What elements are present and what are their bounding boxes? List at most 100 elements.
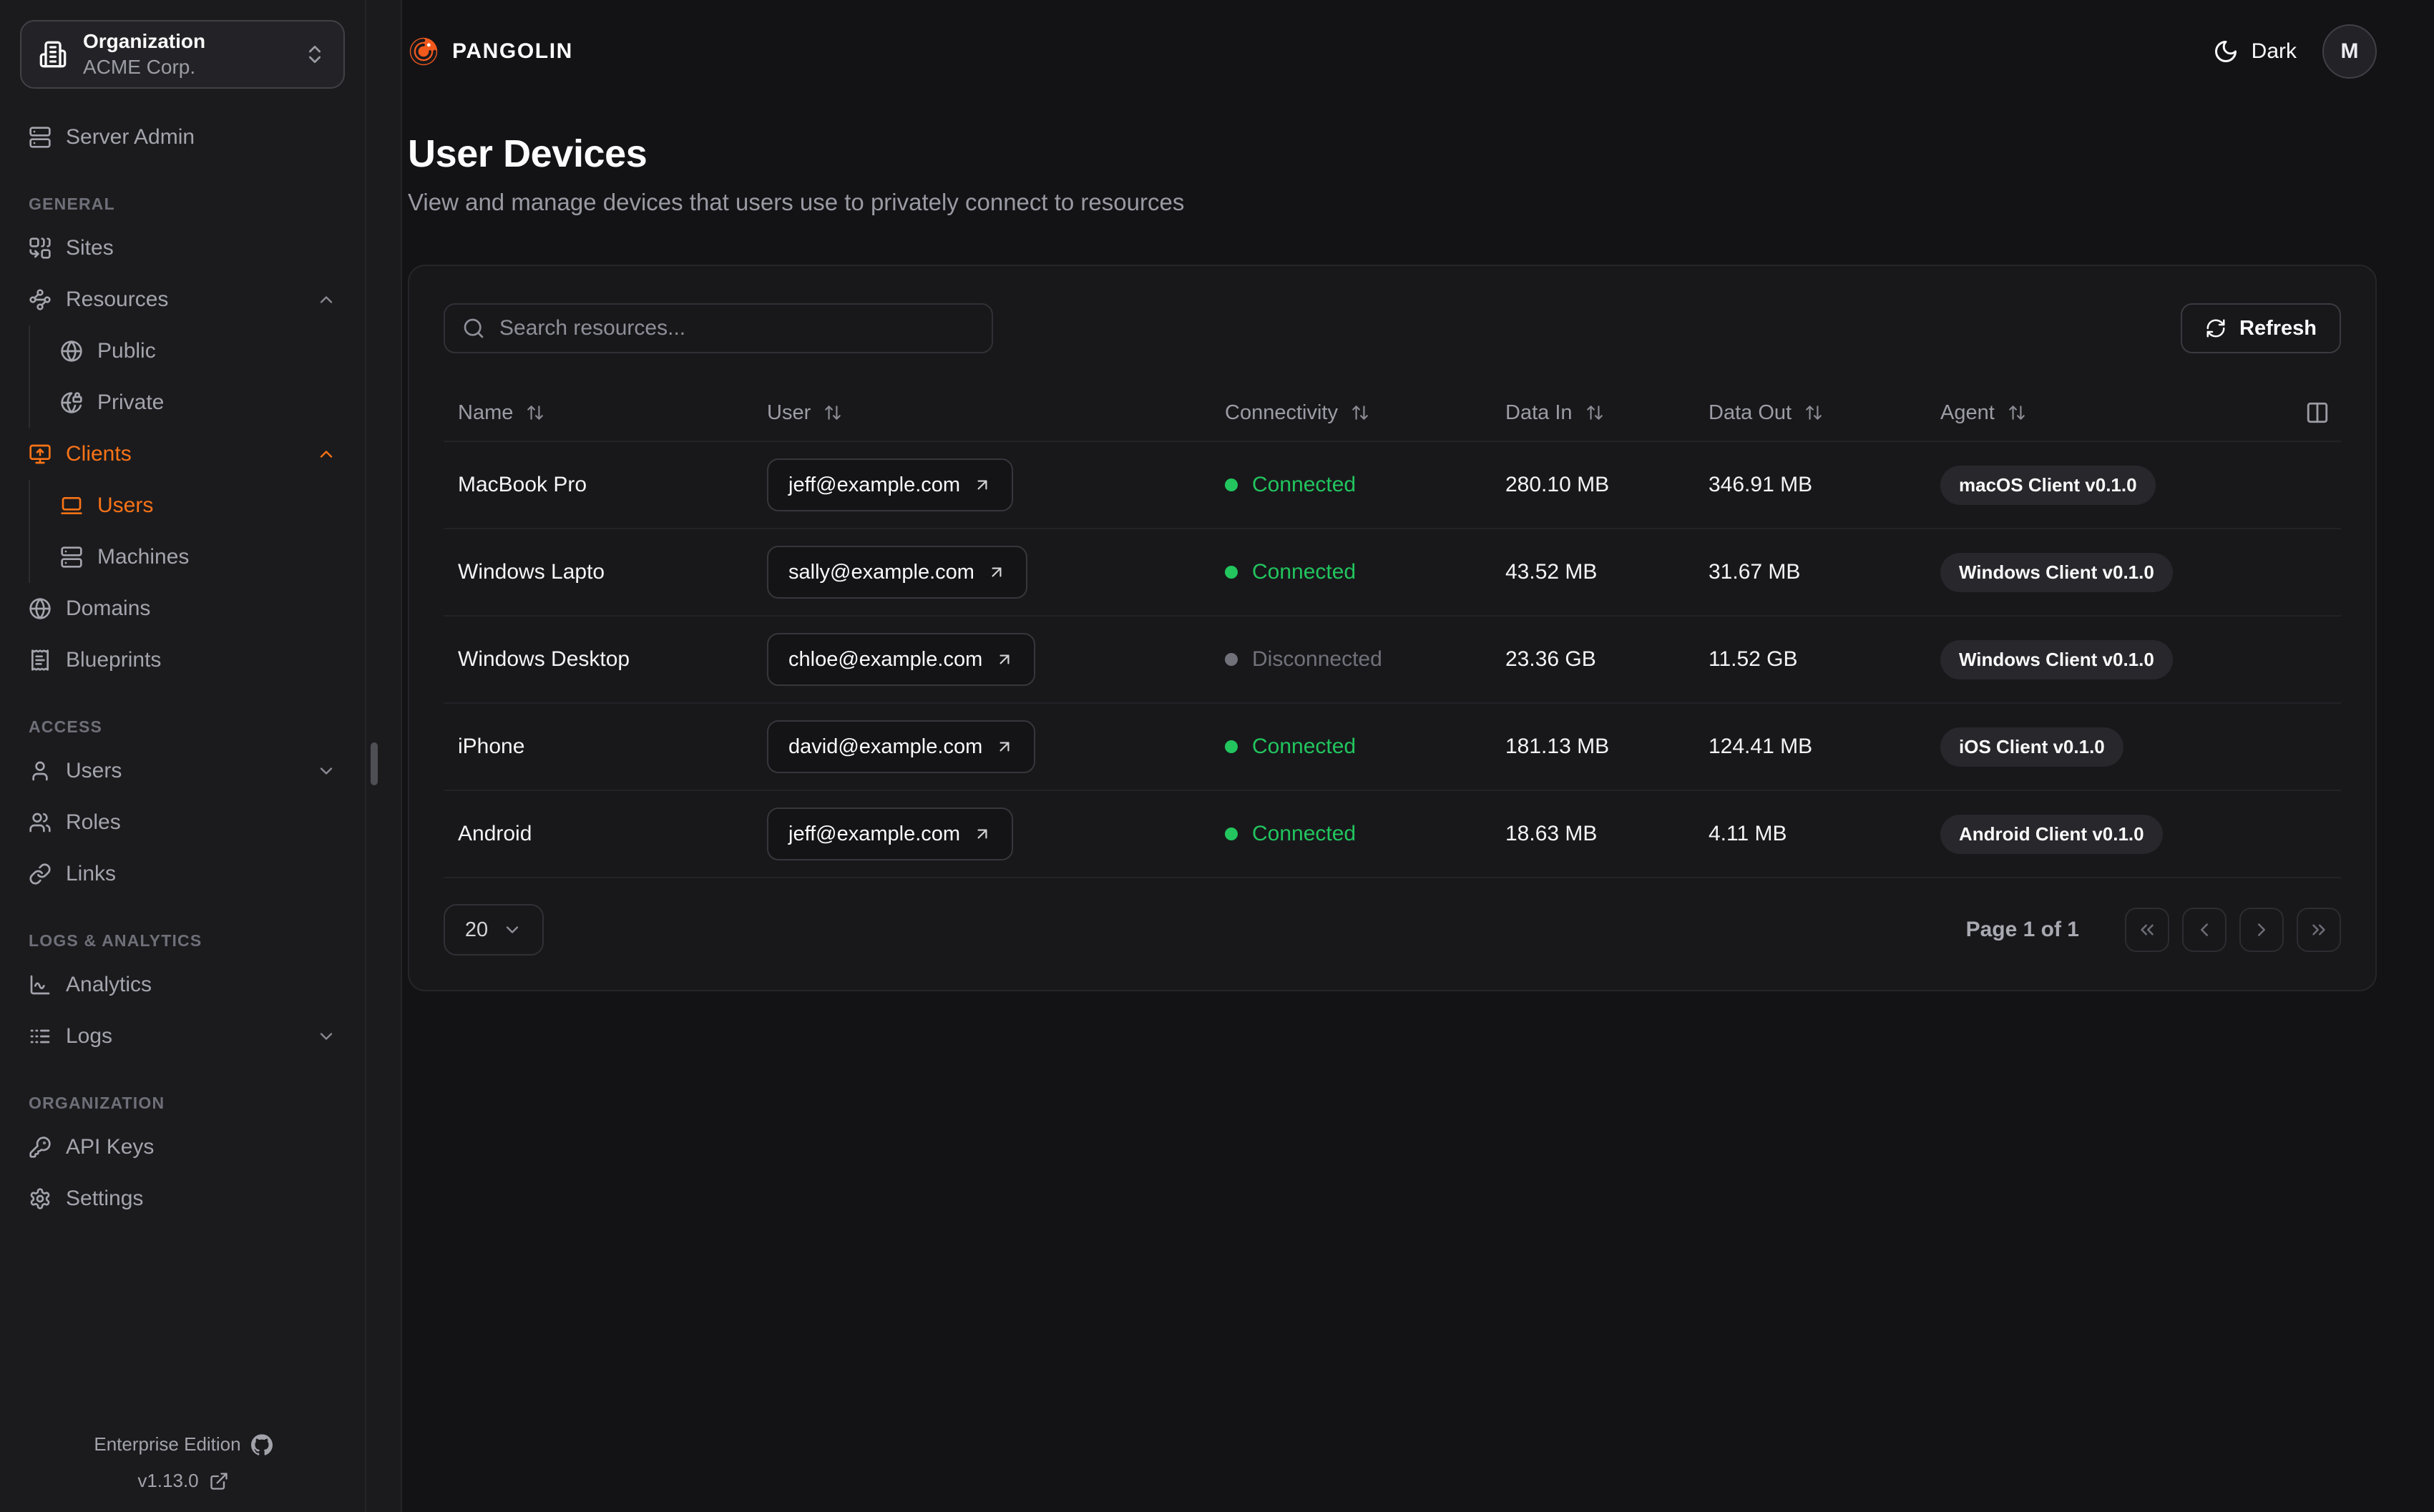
device-name: iPhone	[458, 735, 525, 758]
sidebar-item-users[interactable]: Users	[20, 745, 345, 797]
org-selector-value: ACME Corp.	[83, 56, 196, 78]
sidebar-item-resources[interactable]: Resources	[20, 274, 345, 325]
status-dot	[1225, 653, 1238, 666]
nav-section-organization: ORGANIZATION	[29, 1094, 165, 1112]
nav-section-logs-analytics: LOGS & ANALYTICS	[29, 931, 202, 950]
sidebar-item-label: Links	[66, 862, 117, 885]
org-selector-label: Organization	[83, 30, 206, 52]
user-link-button[interactable]: sally@example.com	[767, 546, 1027, 599]
sidebar-scrollbar[interactable]	[371, 742, 378, 785]
data-in: 43.52 MB	[1505, 560, 1598, 584]
columns-icon	[2305, 401, 2330, 425]
user-link-button[interactable]: david@example.com	[767, 720, 1036, 773]
column-header-data-in[interactable]: Data In	[1491, 401, 1694, 425]
table-row: Windows Desktop chloe@example.com Discon…	[444, 617, 2341, 704]
connectivity-status: Connected	[1211, 473, 1491, 497]
sidebar-item-clients[interactable]: Clients	[20, 428, 345, 480]
data-out: 124.41 MB	[1709, 735, 1813, 758]
agent-badge: Android Client v0.1.0	[1940, 814, 2163, 854]
app-window: Organization ACME Corp. Server Admin GEN…	[0, 0, 2434, 1512]
main-content: PANGOLIN Dark M User Devices View and ma…	[402, 0, 2434, 1512]
column-header-name[interactable]: Name	[444, 401, 753, 425]
sidebar-item-client-users[interactable]: Users	[52, 480, 345, 531]
data-in: 18.63 MB	[1505, 822, 1598, 845]
pager: Page 1 of 1	[1966, 908, 2341, 952]
sidebar-item-settings[interactable]: Settings	[20, 1173, 345, 1224]
link-icon	[29, 863, 52, 885]
sidebar-item-label: API Keys	[66, 1135, 155, 1159]
connectivity-status: Disconnected	[1211, 647, 1491, 672]
column-visibility-button[interactable]	[2269, 401, 2341, 425]
sidebar-item-sites[interactable]: Sites	[20, 222, 345, 274]
refresh-button[interactable]: Refresh	[2181, 303, 2341, 353]
laptop-icon	[60, 494, 83, 517]
search-input[interactable]	[499, 316, 974, 340]
previous-page-button[interactable]	[2182, 908, 2227, 952]
brand-logo[interactable]: PANGOLIN	[408, 36, 573, 67]
user-avatar[interactable]: M	[2322, 24, 2377, 79]
sidebar-item-label: Analytics	[66, 973, 152, 996]
key-icon	[29, 1136, 52, 1159]
arrow-up-right-icon	[973, 476, 992, 494]
page-size-value: 20	[464, 918, 489, 941]
first-page-button[interactable]	[2125, 908, 2169, 952]
sidebar-item-links[interactable]: Links	[20, 848, 345, 900]
chart-line-icon	[29, 973, 52, 996]
search-icon	[462, 317, 485, 340]
status-dot	[1225, 478, 1238, 491]
sidebar-item-label: Blueprints	[66, 648, 162, 672]
user-link-button[interactable]: jeff@example.com	[767, 458, 1014, 511]
agent-badge: Windows Client v0.1.0	[1940, 639, 2173, 679]
theme-toggle[interactable]: Dark	[2213, 39, 2297, 64]
sidebar-item-label: Server Admin	[66, 125, 195, 149]
org-selector[interactable]: Organization ACME Corp.	[20, 20, 345, 89]
chevron-down-icon	[502, 920, 522, 940]
external-link-icon[interactable]	[209, 1471, 229, 1491]
connectivity-status: Connected	[1211, 560, 1491, 584]
sidebar-item-machines[interactable]: Machines	[52, 531, 345, 583]
page-info: Page 1 of 1	[1965, 918, 2079, 941]
moon-icon	[2213, 39, 2239, 64]
data-out: 4.11 MB	[1709, 822, 1787, 845]
sidebar-item-api-keys[interactable]: API Keys	[20, 1121, 345, 1173]
combine-icon	[29, 237, 52, 260]
user-link-button[interactable]: jeff@example.com	[767, 807, 1014, 860]
connectivity-status: Connected	[1211, 735, 1491, 759]
sort-icon	[2008, 403, 2026, 422]
sidebar: Organization ACME Corp. Server Admin GEN…	[0, 0, 402, 1512]
page-subtitle: View and manage devices that users use t…	[408, 189, 1185, 215]
arrow-up-right-icon	[995, 737, 1014, 756]
page-size-select[interactable]: 20	[444, 904, 544, 956]
version-label[interactable]: v1.13.0	[137, 1470, 198, 1492]
device-name: MacBook Pro	[458, 473, 587, 496]
column-header-connectivity[interactable]: Connectivity	[1211, 401, 1491, 425]
sidebar-item-logs[interactable]: Logs	[20, 1011, 345, 1062]
sidebar-nav: Organization ACME Corp. Server Admin GEN…	[0, 0, 366, 1512]
column-header-agent[interactable]: Agent	[1926, 401, 2269, 425]
sidebar-item-server-admin[interactable]: Server Admin	[20, 112, 345, 163]
search-box[interactable]	[444, 303, 993, 353]
device-name: Windows Lapto	[458, 560, 605, 584]
next-page-button[interactable]	[2239, 908, 2284, 952]
sidebar-item-roles[interactable]: Roles	[20, 797, 345, 848]
agent-badge: Windows Client v0.1.0	[1940, 552, 2173, 592]
sidebar-item-blueprints[interactable]: Blueprints	[20, 634, 345, 686]
data-out: 11.52 GB	[1709, 647, 1798, 671]
users-icon	[29, 811, 52, 834]
sort-icon	[526, 403, 544, 422]
sidebar-item-public[interactable]: Public	[52, 325, 345, 377]
globe-lock-icon	[60, 391, 83, 414]
building-icon	[39, 40, 67, 69]
sidebar-item-analytics[interactable]: Analytics	[20, 959, 345, 1011]
column-header-user[interactable]: User	[753, 401, 1211, 425]
sidebar-item-private[interactable]: Private	[52, 377, 345, 428]
sidebar-item-domains[interactable]: Domains	[20, 583, 345, 634]
last-page-button[interactable]	[2297, 908, 2341, 952]
brand-name: PANGOLIN	[452, 39, 573, 63]
column-header-data-out[interactable]: Data Out	[1694, 401, 1926, 425]
pangolin-logo-icon	[408, 36, 439, 67]
github-icon[interactable]	[250, 1433, 273, 1455]
chevron-down-icon	[316, 761, 336, 781]
user-link-button[interactable]: chloe@example.com	[767, 633, 1036, 686]
globe-icon	[60, 340, 83, 363]
